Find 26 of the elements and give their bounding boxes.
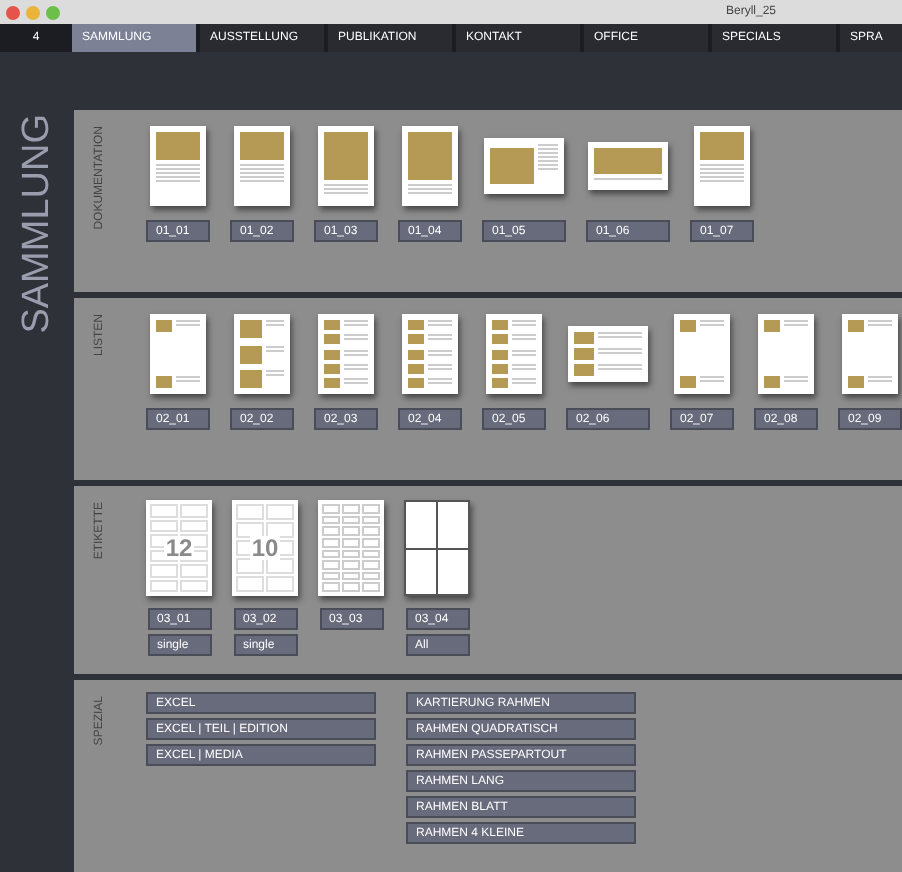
template-thumbnail[interactable] [568, 326, 648, 382]
template-thumbnail[interactable]: 12 [146, 500, 212, 596]
template-thumbnail[interactable] [758, 314, 814, 394]
label-count: 12 [163, 536, 195, 560]
template-thumbnail[interactable] [318, 500, 384, 596]
template-thumbnail[interactable] [318, 126, 374, 206]
template-thumbnail[interactable] [402, 314, 458, 394]
template-thumbnail[interactable] [402, 126, 458, 206]
template-thumbnail[interactable] [234, 126, 290, 206]
close-icon[interactable] [6, 5, 20, 19]
template-thumbnail[interactable] [318, 314, 374, 394]
template-thumbnail[interactable] [234, 314, 290, 394]
zoom-icon[interactable] [46, 5, 60, 19]
label-count: 10 [249, 536, 281, 560]
template-thumbnail[interactable] [694, 126, 750, 206]
template-thumbnail[interactable] [404, 500, 470, 596]
template-thumbnail[interactable] [588, 142, 668, 190]
template-thumbnail[interactable] [674, 314, 730, 394]
template-thumbnail[interactable]: 10 [232, 500, 298, 596]
sidebar-title: SAMMLUNG [18, 114, 56, 334]
template-thumbnail[interactable] [150, 126, 206, 206]
template-thumbnail[interactable] [486, 314, 542, 394]
template-thumbnail[interactable] [842, 314, 898, 394]
template-thumbnail[interactable] [484, 138, 564, 194]
template-thumbnail[interactable] [150, 314, 206, 394]
minimize-icon[interactable] [26, 5, 40, 19]
